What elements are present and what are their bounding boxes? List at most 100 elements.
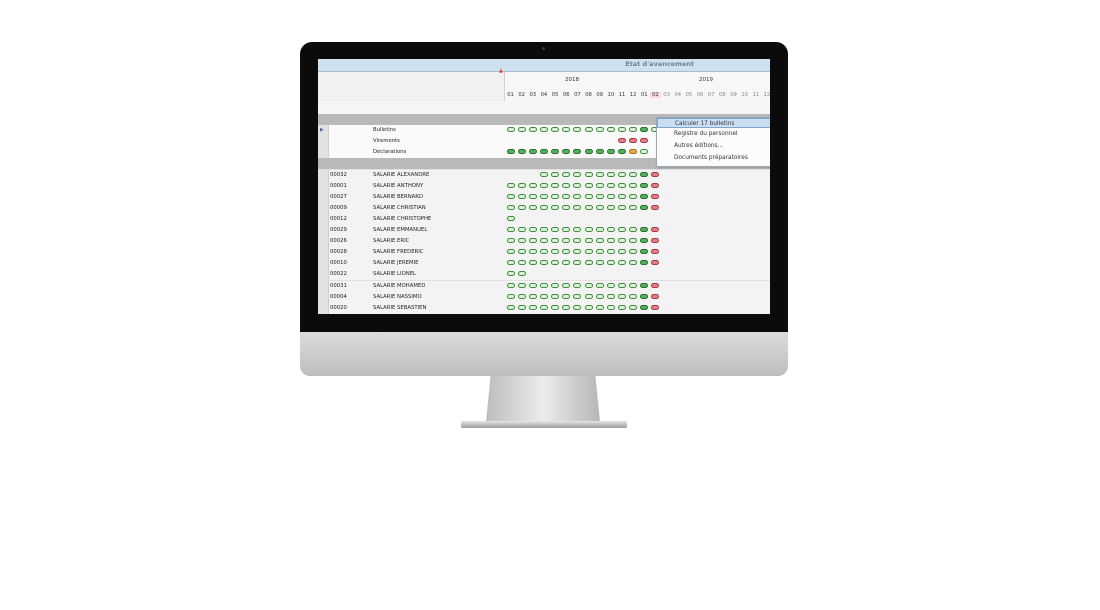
status-open-pill[interactable] [573,304,582,310]
status-open-pill[interactable] [506,238,515,244]
status-open-pill[interactable] [606,282,615,288]
row-selector[interactable] [318,147,329,159]
status-open-pill[interactable] [506,304,515,310]
status-open-pill[interactable] [606,249,615,255]
row-selector[interactable] [318,280,329,292]
status-open-pill[interactable] [528,238,537,244]
status-open-pill[interactable] [562,127,571,133]
status-done-pill[interactable] [551,149,560,155]
status-pending-pill[interactable] [629,138,638,144]
status-open-pill[interactable] [629,171,638,177]
status-open-pill[interactable] [506,293,515,299]
status-open-pill[interactable] [629,193,638,199]
row-selector[interactable] [318,236,329,248]
status-open-pill[interactable] [595,238,604,244]
status-open-pill[interactable] [562,193,571,199]
status-done-pill[interactable] [640,293,649,299]
status-open-pill[interactable] [595,204,604,210]
status-open-pill[interactable] [562,171,571,177]
status-open-pill[interactable] [618,227,626,232]
status-done-pill[interactable] [584,149,593,155]
status-open-pill[interactable] [551,171,560,177]
status-done-pill[interactable] [640,249,649,255]
status-open-pill[interactable] [584,227,593,232]
status-open-pill[interactable] [595,227,604,232]
status-pending-pill[interactable] [651,182,660,188]
status-open-pill[interactable] [584,193,593,199]
status-open-pill[interactable] [629,127,638,133]
status-open-pill[interactable] [517,127,526,133]
status-open-pill[interactable] [584,293,593,299]
status-open-pill[interactable] [506,215,515,221]
status-open-pill[interactable] [606,204,615,210]
menu-item-autres-editions[interactable]: Autres éditions... [657,141,770,151]
status-pending-pill[interactable] [651,238,660,244]
status-done-pill[interactable] [528,149,537,155]
status-open-pill[interactable] [584,182,593,188]
status-open-pill[interactable] [606,182,615,188]
status-done-pill[interactable] [606,149,615,155]
status-open-pill[interactable] [618,260,626,266]
status-open-pill[interactable] [562,227,571,232]
status-pending-pill[interactable] [651,227,660,232]
status-open-pill[interactable] [618,204,626,210]
menu-item-registre-personnel[interactable]: Registre du personnel [657,129,770,139]
row-selector[interactable] [318,136,329,148]
row-selector[interactable] [318,180,329,192]
status-open-pill[interactable] [584,282,593,288]
status-done-pill[interactable] [573,149,582,155]
status-open-pill[interactable] [539,249,548,255]
status-open-pill[interactable] [528,293,537,299]
status-open-pill[interactable] [551,127,560,133]
status-open-pill[interactable] [562,282,571,288]
status-open-pill[interactable] [528,204,537,210]
status-open-pill[interactable] [606,293,615,299]
status-open-pill[interactable] [517,293,526,299]
status-open-pill[interactable] [562,238,571,244]
row-selector[interactable] [318,269,329,281]
status-open-pill[interactable] [562,182,571,188]
status-open-pill[interactable] [539,171,548,177]
status-open-pill[interactable] [595,193,604,199]
status-open-pill[interactable] [573,282,582,288]
status-open-pill[interactable] [528,127,537,133]
status-open-pill[interactable] [539,260,548,266]
status-done-pill[interactable] [640,127,649,133]
status-open-pill[interactable] [573,204,582,210]
status-open-pill[interactable] [618,171,626,177]
status-open-pill[interactable] [618,182,626,188]
status-open-pill[interactable] [539,204,548,210]
status-open-pill[interactable] [506,260,515,266]
status-pending-pill[interactable] [651,193,660,199]
row-selector[interactable] [318,225,329,236]
status-open-pill[interactable] [595,182,604,188]
status-done-pill[interactable] [640,260,649,266]
status-warning-pill[interactable] [629,149,638,155]
status-done-pill[interactable] [640,238,649,244]
status-open-pill[interactable] [528,249,537,255]
status-open-pill[interactable] [606,171,615,177]
status-open-pill[interactable] [595,260,604,266]
status-open-pill[interactable] [640,149,649,155]
status-pending-pill[interactable] [651,249,660,255]
status-open-pill[interactable] [506,182,515,188]
status-pending-pill[interactable] [651,260,660,266]
status-done-pill[interactable] [618,149,626,155]
status-open-pill[interactable] [562,304,571,310]
status-open-pill[interactable] [595,127,604,133]
status-open-pill[interactable] [618,282,626,288]
status-open-pill[interactable] [573,171,582,177]
status-open-pill[interactable] [528,282,537,288]
status-open-pill[interactable] [606,304,615,310]
status-done-pill[interactable] [640,171,649,177]
status-open-pill[interactable] [562,293,571,299]
status-open-pill[interactable] [528,304,537,310]
status-open-pill[interactable] [506,282,515,288]
status-open-pill[interactable] [517,227,526,232]
status-done-pill[interactable] [562,149,571,155]
status-open-pill[interactable] [595,304,604,310]
status-open-pill[interactable] [551,227,560,232]
status-open-pill[interactable] [618,193,626,199]
status-open-pill[interactable] [517,282,526,288]
status-open-pill[interactable] [517,260,526,266]
